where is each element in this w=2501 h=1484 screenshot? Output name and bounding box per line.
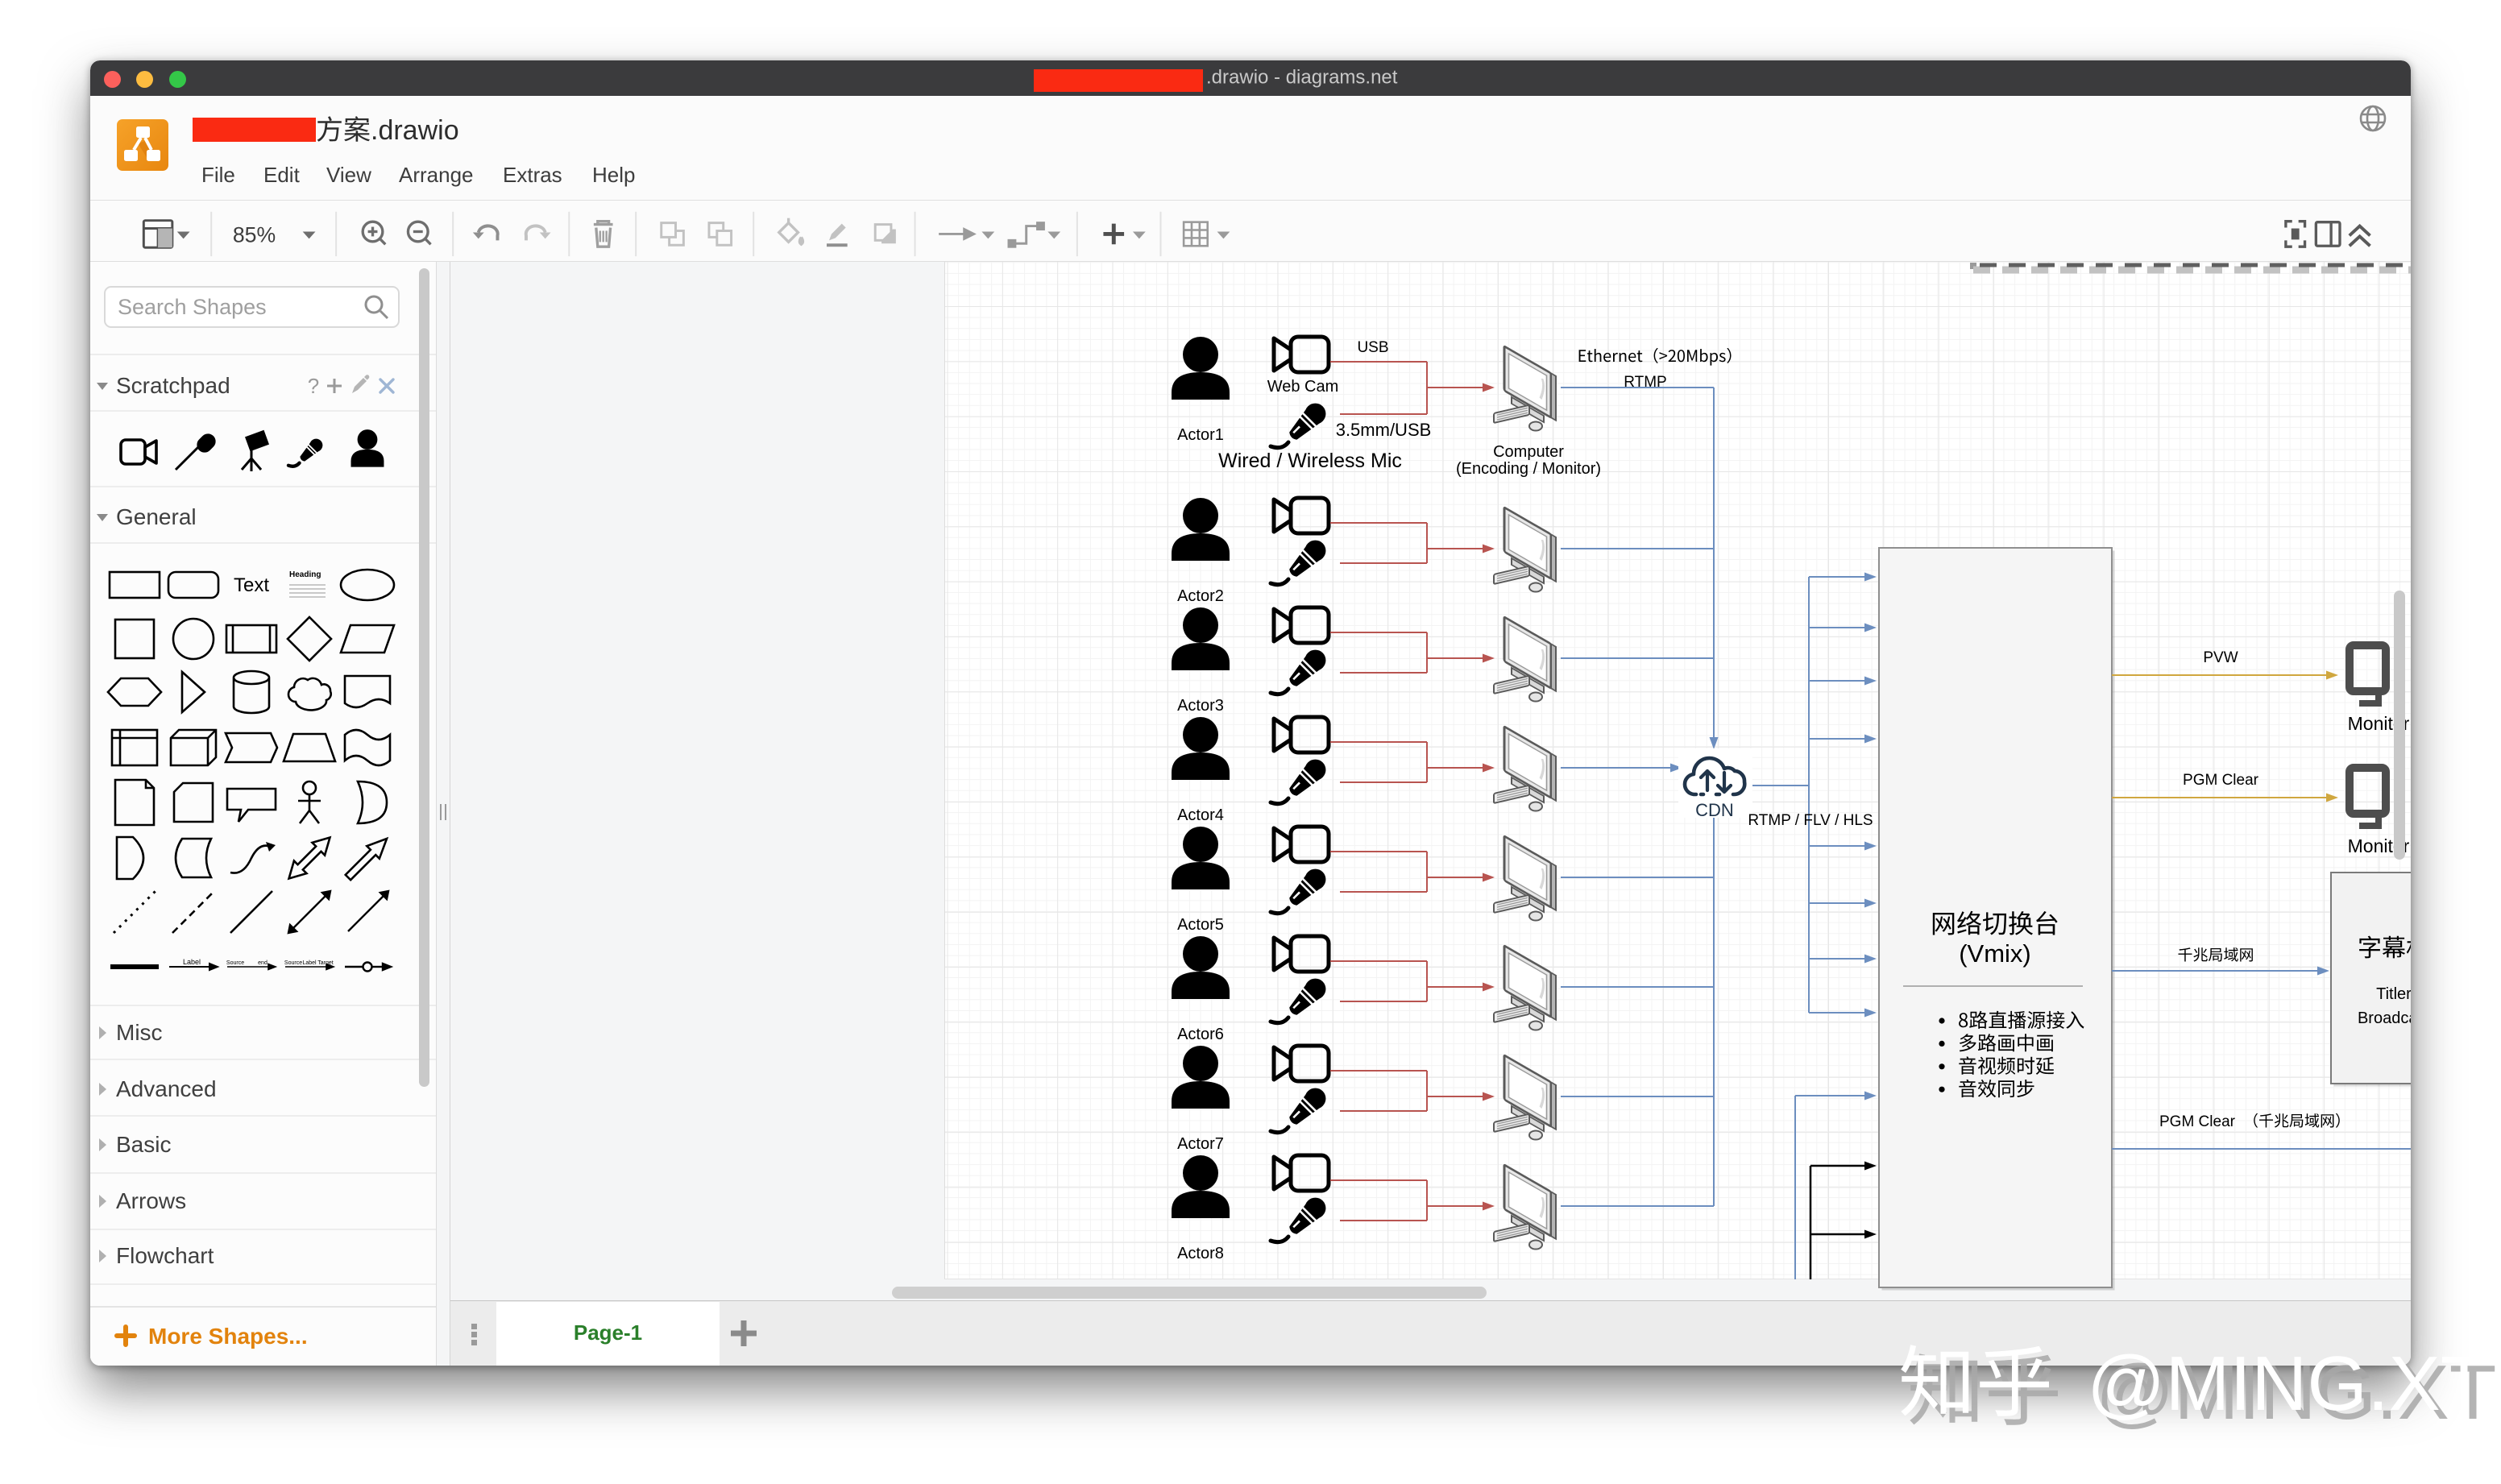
svg-text:end: end (258, 960, 268, 966)
svg-text:@MING.XT: @MING.XT (2087, 1341, 2487, 1427)
svg-text:Flowchart: Flowchart (116, 1243, 214, 1268)
svg-text:Actor4: Actor4 (1177, 806, 1224, 824)
svg-text:More Shapes...: More Shapes... (148, 1324, 308, 1349)
svg-text:Misc: Misc (116, 1020, 163, 1045)
svg-text:Source: Source (226, 960, 244, 966)
svg-text:Actor2: Actor2 (1177, 587, 1224, 605)
svg-text:General: General (116, 504, 197, 529)
svg-text:Actor5: Actor5 (1177, 916, 1224, 934)
svg-text:Arrows: Arrows (116, 1188, 186, 1213)
svg-text:RTMP / FLV / HLS: RTMP / FLV / HLS (1748, 812, 1873, 829)
svg-text:PGM Clear: PGM Clear (2159, 1113, 2236, 1130)
svg-text:(Encoding / Monitor): (Encoding / Monitor) (1456, 460, 1601, 478)
svg-text:USB: USB (1357, 339, 1388, 356)
svg-text:RTMP: RTMP (1624, 374, 1666, 391)
svg-text:CDN: CDN (1695, 800, 1734, 820)
svg-text:Actor6: Actor6 (1177, 1026, 1224, 1043)
svg-text:Label: Label (183, 958, 201, 966)
svg-text:Target: Target (317, 960, 334, 966)
svg-text:Actor8: Actor8 (1177, 1245, 1224, 1262)
svg-text:Label: Label (302, 960, 317, 966)
svg-text:Titler: Titler (2376, 985, 2411, 1003)
svg-text:Actor1: Actor1 (1177, 426, 1224, 444)
svg-text:.drawio: .drawio (371, 115, 459, 146)
svg-text:Web Cam: Web Cam (1267, 378, 1339, 396)
svg-text:Search Shapes: Search Shapes (118, 295, 267, 319)
svg-text:Source: Source (284, 960, 302, 966)
svg-text:PVW: PVW (2203, 649, 2238, 666)
svg-text:3.5mm/USB: 3.5mm/USB (1336, 420, 1432, 440)
svg-text:Computer: Computer (1493, 443, 1564, 461)
svg-text:Scratchpad: Scratchpad (116, 373, 230, 398)
svg-text:(Vmix): (Vmix) (1959, 939, 2031, 968)
svg-text:PGM Clear: PGM Clear (2183, 772, 2259, 789)
svg-text:?: ? (308, 374, 319, 398)
svg-text:Actor3: Actor3 (1177, 697, 1224, 715)
svg-text:Broadcast: Broadcast (2358, 1009, 2411, 1027)
svg-text:Advanced: Advanced (116, 1076, 217, 1101)
svg-text:Actor7: Actor7 (1177, 1135, 1224, 1153)
svg-text:Heading: Heading (289, 570, 321, 579)
svg-text:85%: 85% (233, 222, 276, 247)
svg-text:Basic: Basic (116, 1132, 171, 1157)
svg-text:Wired / Wireless Mic: Wired / Wireless Mic (1218, 450, 1402, 472)
svg-text:Text: Text (234, 574, 269, 596)
